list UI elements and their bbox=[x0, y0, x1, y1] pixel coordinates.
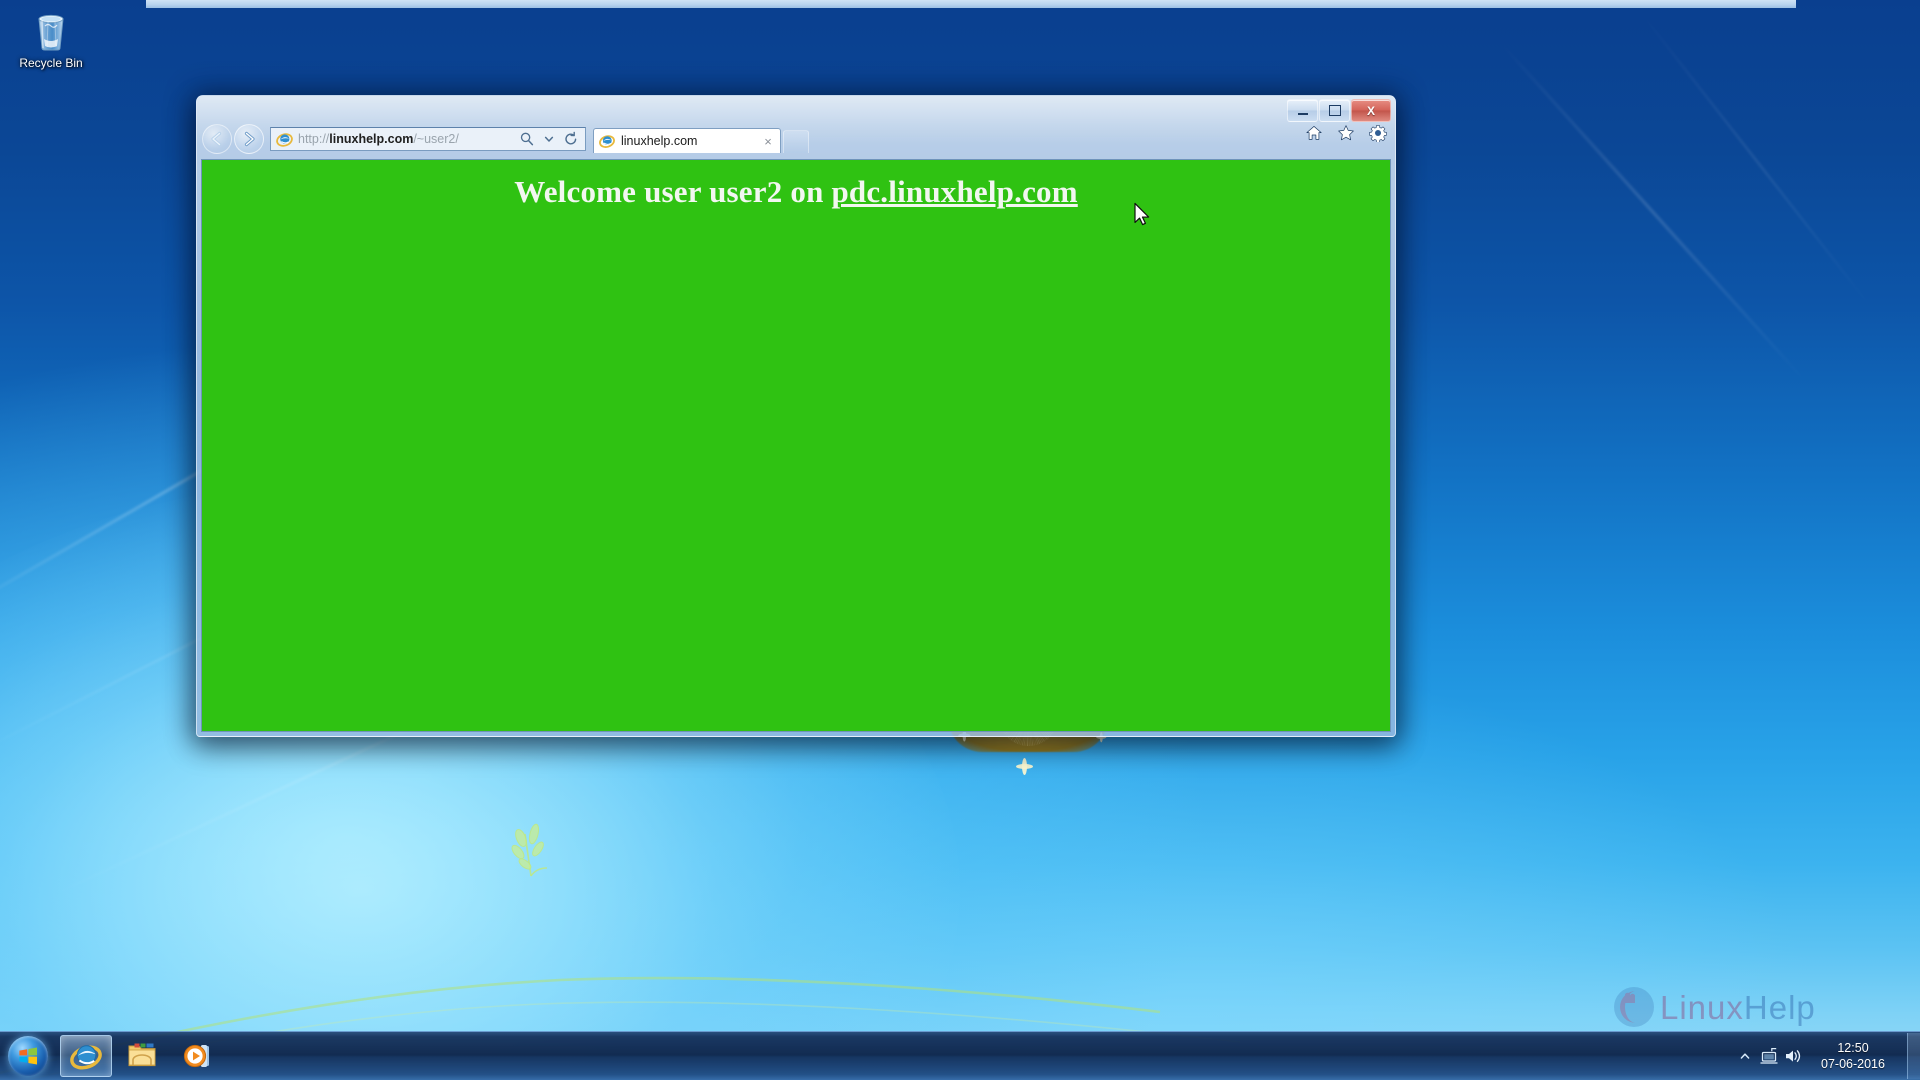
browser-toolbar[interactable]: http://linuxhelp.com/~user2/ linuxhelp.c… bbox=[196, 119, 1396, 159]
address-bar-url: http://linuxhelp.com/~user2/ bbox=[298, 132, 516, 146]
favorites-button[interactable] bbox=[1336, 123, 1356, 143]
folder-icon bbox=[126, 1041, 158, 1071]
speaker-icon bbox=[1783, 1047, 1803, 1065]
url-path: /~user2/ bbox=[413, 132, 459, 146]
home-icon bbox=[1305, 124, 1323, 142]
wallpaper-sparkle bbox=[1015, 757, 1033, 775]
system-tray[interactable]: 12:50 07-06-2016 bbox=[1733, 1032, 1920, 1080]
page-heading-host: pdc.linuxhelp.com bbox=[831, 174, 1077, 209]
linuxhelp-watermark: Linux Help bbox=[1612, 978, 1912, 1036]
tab-title: linuxhelp.com bbox=[621, 134, 761, 148]
start-button[interactable] bbox=[2, 1034, 54, 1078]
clock-date: 07-06-2016 bbox=[1805, 1056, 1901, 1072]
wallpaper-sprig bbox=[505, 818, 561, 880]
internet-explorer-icon bbox=[599, 133, 615, 149]
url-host: linuxhelp.com bbox=[329, 132, 413, 146]
show-desktop-button[interactable] bbox=[1907, 1033, 1920, 1079]
tab-strip[interactable]: linuxhelp.com × bbox=[593, 125, 809, 153]
page-heading-prefix: Welcome user user2 on bbox=[514, 174, 831, 209]
minimize-icon bbox=[1298, 113, 1308, 115]
browser-tab[interactable]: linuxhelp.com × bbox=[593, 128, 781, 153]
tools-gear-icon bbox=[1369, 124, 1387, 142]
page-viewport[interactable]: Welcome user user2 on pdc.linuxhelp.com bbox=[201, 159, 1391, 732]
url-scheme: http:// bbox=[298, 132, 329, 146]
favorites-star-icon bbox=[1337, 124, 1355, 142]
recycle-bin-label: Recycle Bin bbox=[8, 57, 94, 70]
arrow-left-icon bbox=[207, 129, 227, 149]
recycle-bin-icon bbox=[28, 8, 74, 54]
taskbar[interactable]: 12:50 07-06-2016 bbox=[0, 1031, 1920, 1080]
arrow-right-icon bbox=[239, 129, 259, 149]
media-player-icon bbox=[183, 1041, 213, 1071]
search-button[interactable] bbox=[516, 128, 538, 150]
windows-start-orb-icon bbox=[8, 1036, 48, 1076]
address-dropdown-button[interactable] bbox=[538, 128, 560, 150]
volume-button[interactable] bbox=[1781, 1041, 1805, 1071]
page-heading: Welcome user user2 on pdc.linuxhelp.com bbox=[202, 174, 1390, 210]
chevron-down-icon bbox=[544, 134, 554, 144]
internet-explorer-window[interactable]: X http://linuxhelp.com/~user2/ linuxhelp… bbox=[196, 95, 1396, 737]
refresh-icon bbox=[563, 131, 579, 147]
refresh-button[interactable] bbox=[560, 128, 582, 150]
internet-explorer-icon bbox=[276, 131, 293, 148]
search-magnifier-icon bbox=[519, 131, 535, 147]
tab-close-button[interactable]: × bbox=[761, 134, 775, 148]
browser-command-bar[interactable] bbox=[1304, 123, 1388, 143]
address-bar[interactable]: http://linuxhelp.com/~user2/ bbox=[270, 127, 586, 151]
forward-button[interactable] bbox=[234, 124, 264, 154]
chevron-up-icon bbox=[1739, 1050, 1751, 1062]
clock-time: 12:50 bbox=[1805, 1040, 1901, 1056]
taskbar-item-windows-media-player[interactable] bbox=[172, 1035, 224, 1077]
back-button[interactable] bbox=[202, 124, 232, 154]
clock[interactable]: 12:50 07-06-2016 bbox=[1805, 1040, 1901, 1072]
linuxhelp-logo-icon bbox=[1612, 985, 1656, 1029]
watermark-text-primary: Linux bbox=[1660, 991, 1744, 1024]
taskbar-items[interactable] bbox=[60, 1035, 224, 1077]
close-icon: X bbox=[1367, 105, 1375, 117]
network-icon bbox=[1759, 1047, 1779, 1065]
watermark-text-secondary: Help bbox=[1744, 991, 1816, 1024]
desktop-icon-recycle-bin[interactable]: Recycle Bin bbox=[8, 6, 94, 84]
maximize-icon bbox=[1329, 105, 1341, 116]
taskbar-item-windows-explorer[interactable] bbox=[116, 1035, 168, 1077]
tools-button[interactable] bbox=[1368, 123, 1388, 143]
new-tab-button[interactable] bbox=[783, 130, 809, 153]
taskbar-item-internet-explorer[interactable] bbox=[60, 1035, 112, 1077]
internet-explorer-icon bbox=[70, 1040, 102, 1072]
home-button[interactable] bbox=[1304, 123, 1324, 143]
show-hidden-icons-button[interactable] bbox=[1733, 1041, 1757, 1071]
network-button[interactable] bbox=[1757, 1041, 1781, 1071]
screen-top-strip bbox=[146, 0, 1796, 8]
